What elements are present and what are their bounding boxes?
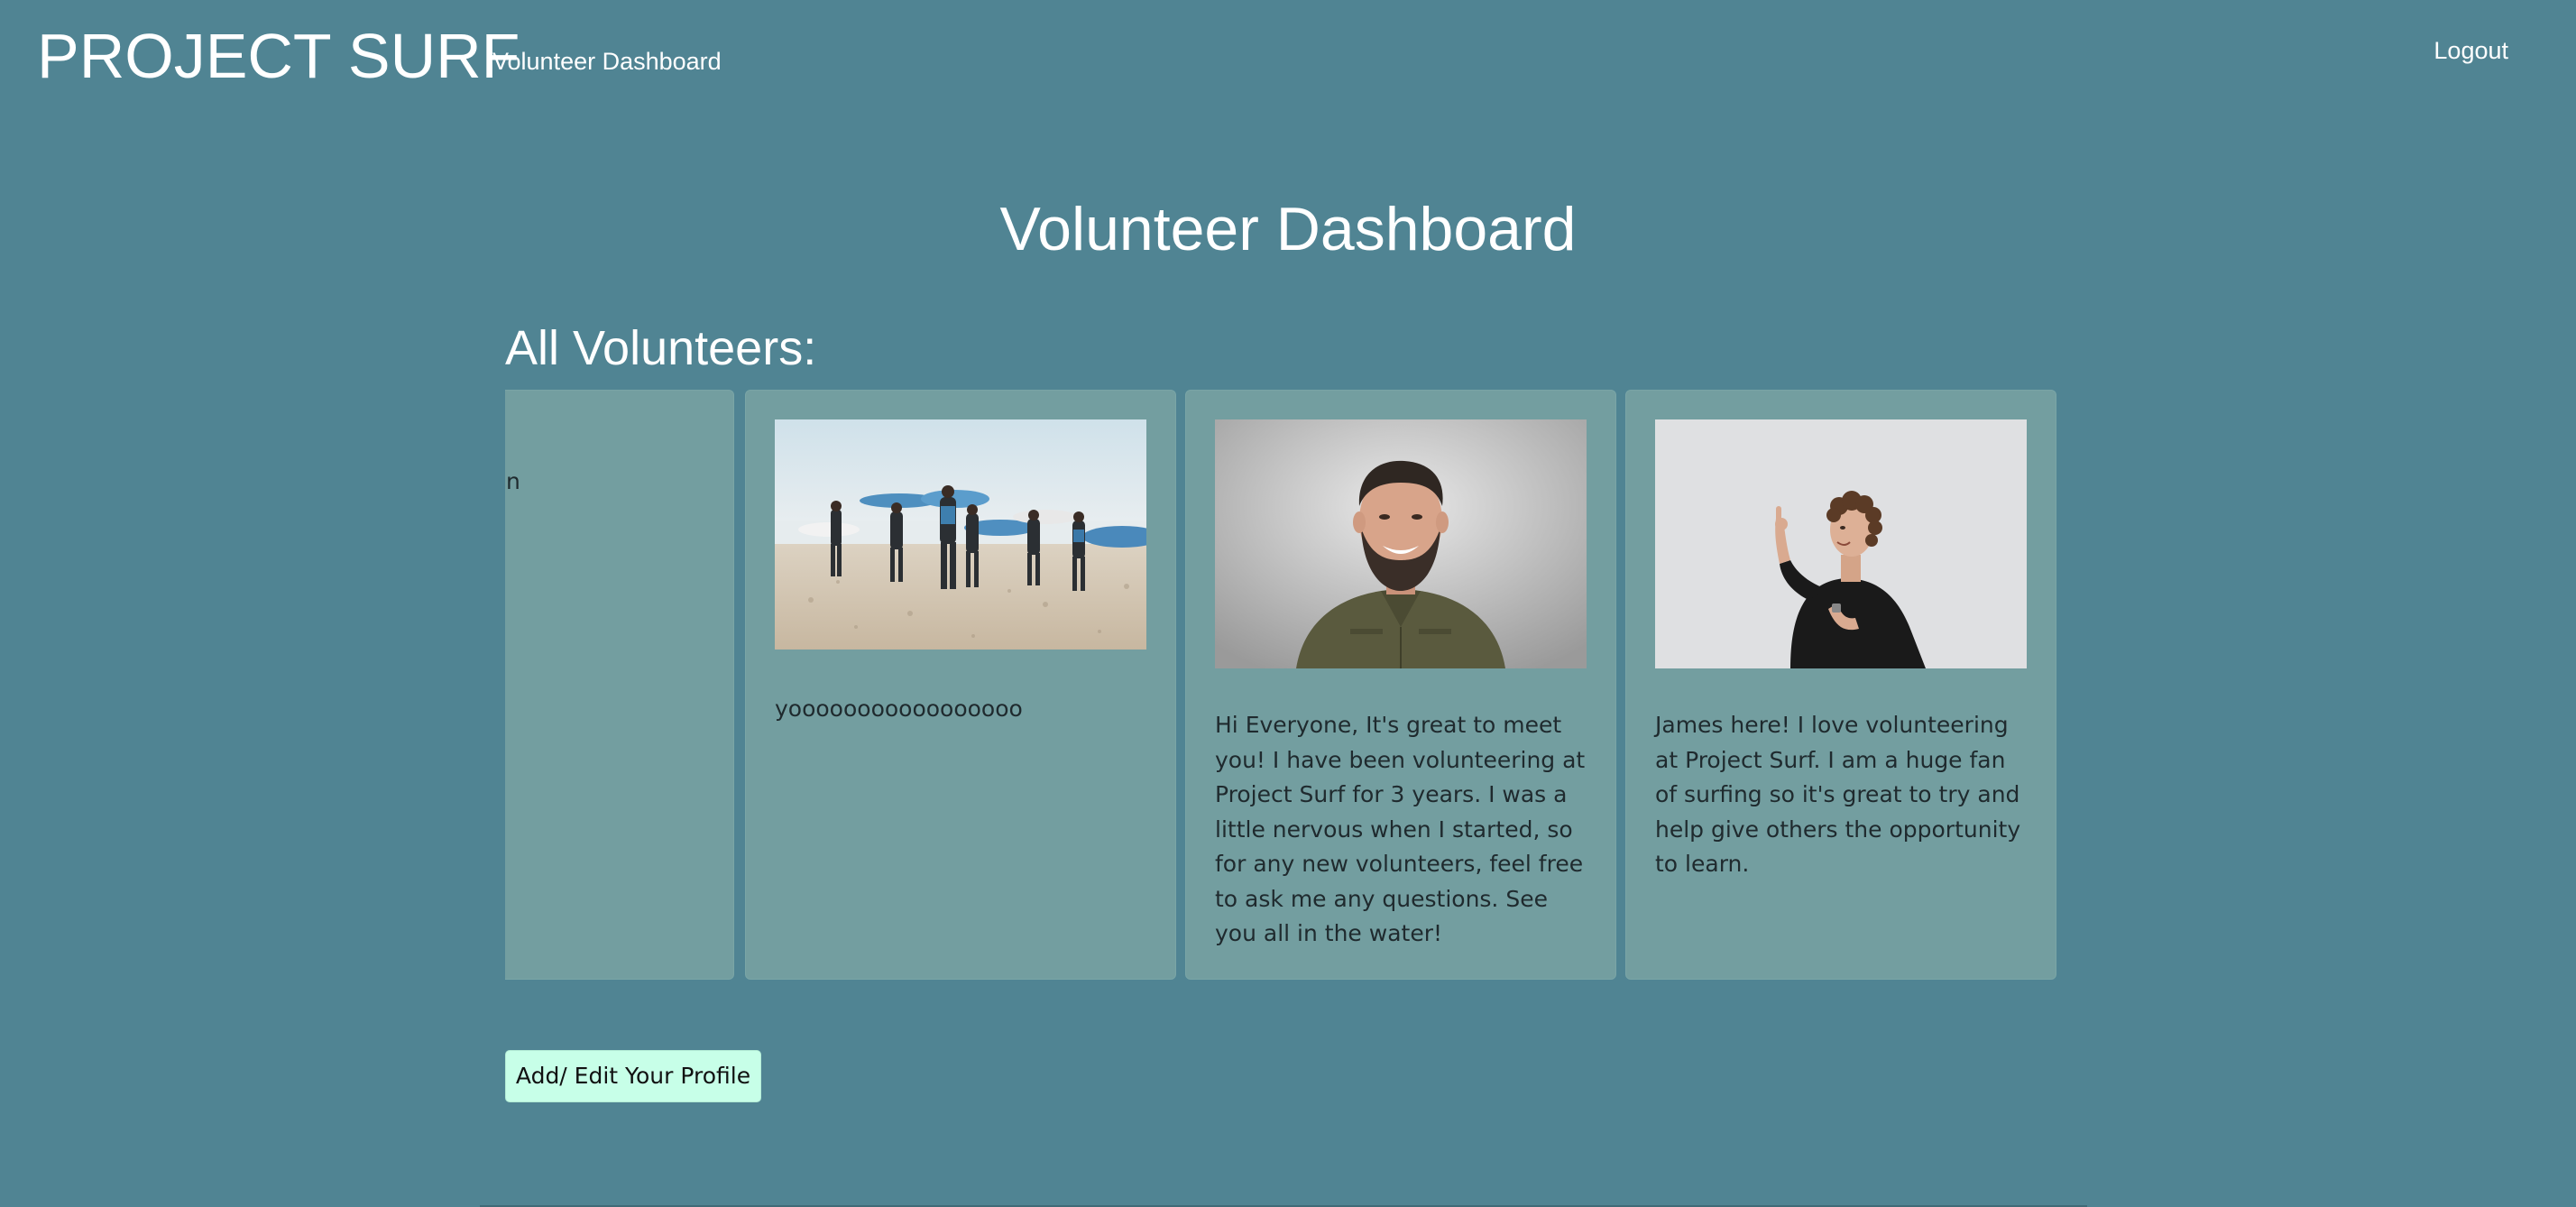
volunteer-cards-carousel[interactable]: n yooooooooooooooooo Hi Everyone, It's g… — [505, 390, 2056, 981]
volunteer-card-bio: yooooooooooooooooo — [775, 696, 1023, 722]
volunteer-photo-pointing-man — [1655, 419, 2027, 668]
volunteer-photo-bearded-man — [1215, 419, 1587, 668]
brand-logo[interactable]: PROJECT SURF — [37, 20, 520, 92]
navbar: PROJECT SURF Volunteer Dashboard Logout — [0, 0, 2576, 108]
section-heading: All Volunteers: — [505, 321, 817, 375]
volunteer-card-bio: James here! I love volunteering at Proje… — [1655, 712, 2021, 877]
nav-link-volunteer-dashboard[interactable]: Volunteer Dashboard — [492, 45, 722, 78]
volunteer-card-partial-text: n — [506, 468, 520, 494]
add-edit-profile-button[interactable]: Add/ Edit Your Profile — [505, 1050, 761, 1102]
volunteer-card-partial: n — [505, 390, 734, 980]
page-title: Volunteer Dashboard — [999, 195, 1577, 263]
volunteer-card-bio: Hi Everyone, It's great to meet you! I h… — [1215, 712, 1586, 946]
volunteer-card: James here! I love volunteering at Proje… — [1625, 390, 2056, 980]
volunteer-photo-surfers — [775, 419, 1146, 650]
volunteer-card: Hi Everyone, It's great to meet you! I h… — [1185, 390, 1616, 980]
volunteer-card: yooooooooooooooooo — [745, 390, 1176, 980]
logout-link[interactable]: Logout — [2433, 34, 2508, 67]
